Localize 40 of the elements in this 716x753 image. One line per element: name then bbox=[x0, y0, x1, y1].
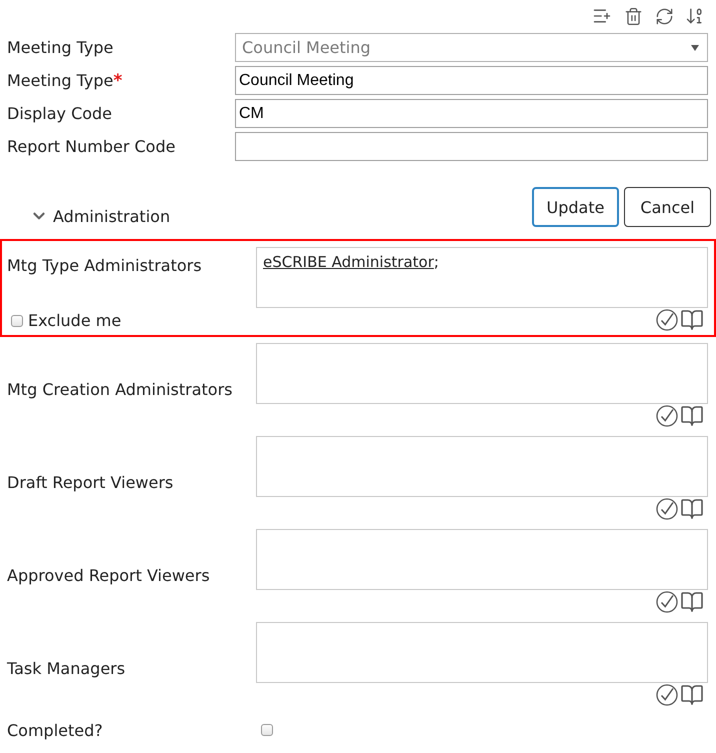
field-label: Completed? bbox=[7, 720, 104, 740]
people-field[interactable] bbox=[256, 529, 708, 590]
field-label: Draft Report Viewers bbox=[7, 473, 174, 492]
person-link[interactable]: eSCRIBE Administrator bbox=[263, 253, 434, 271]
separator-text: ; bbox=[434, 253, 439, 271]
checkbox[interactable] bbox=[261, 724, 273, 736]
action-button[interactable]: Cancel bbox=[624, 187, 711, 227]
check-circle-icon[interactable] bbox=[656, 684, 678, 706]
people-field[interactable] bbox=[256, 343, 708, 404]
check-circle-icon[interactable] bbox=[656, 405, 678, 427]
book-icon[interactable] bbox=[680, 590, 704, 614]
people-field[interactable] bbox=[256, 436, 708, 497]
people-field[interactable]: eSCRIBE Administrator; bbox=[256, 247, 708, 308]
field-label: Mtg Creation Administrators bbox=[7, 380, 234, 399]
book-icon[interactable] bbox=[680, 497, 704, 521]
check-circle-icon[interactable] bbox=[656, 309, 678, 331]
field-label: Report Number Code bbox=[7, 137, 176, 156]
field-label: Meeting Type bbox=[7, 71, 114, 90]
check-circle-icon[interactable] bbox=[656, 591, 678, 613]
required-asterisk: * bbox=[113, 70, 122, 90]
field-label: Mtg Type Administrators bbox=[7, 256, 203, 275]
book-icon[interactable] bbox=[680, 308, 704, 332]
people-field[interactable] bbox=[256, 622, 708, 683]
trash-icon[interactable] bbox=[623, 6, 643, 26]
checkbox[interactable] bbox=[11, 314, 23, 326]
caret-icon bbox=[691, 44, 699, 50]
field-label: Task Managers bbox=[7, 659, 126, 678]
action-button[interactable]: Update bbox=[532, 187, 619, 227]
book-icon[interactable] bbox=[680, 683, 704, 707]
field-label: Display Code bbox=[7, 104, 112, 123]
check-circle-icon[interactable] bbox=[656, 498, 678, 520]
text-field[interactable] bbox=[235, 132, 708, 161]
text-field[interactable]: Council Meeting bbox=[235, 66, 708, 95]
text-field[interactable]: CM bbox=[235, 99, 708, 128]
checkbox-label: Exclude me bbox=[28, 311, 122, 330]
field-label: Approved Report Viewers bbox=[7, 566, 211, 585]
field-label: Meeting Type bbox=[7, 38, 114, 57]
section-toggle[interactable]: Administration bbox=[30, 205, 170, 227]
book-icon[interactable] bbox=[680, 404, 704, 428]
refresh-icon[interactable] bbox=[654, 6, 674, 26]
